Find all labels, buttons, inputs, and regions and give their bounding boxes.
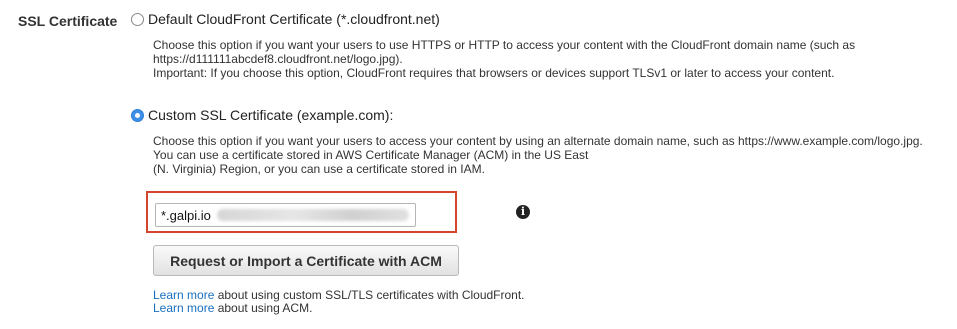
learn-more-acm-text: about using ACM. [214,301,313,315]
learn-more-ssl-text: about using custom SSL/TLS certificates … [214,288,525,302]
certificate-value: *.galpi.io [161,207,211,223]
description-line: Choose this option if you want your user… [153,38,856,52]
default-certificate-option[interactable]: Default CloudFront Certificate (*.cloudf… [131,11,440,27]
default-certificate-label: Default CloudFront Certificate (*.cloudf… [148,11,440,27]
redacted-certificate-id [216,209,409,221]
description-line: You can use a certificate stored in AWS … [153,148,589,162]
custom-certificate-option[interactable]: Custom SSL Certificate (example.com): [131,107,393,123]
custom-certificate-label: Custom SSL Certificate (example.com): [148,107,394,123]
info-icon[interactable]: i [516,205,530,219]
custom-certificate-radio[interactable] [131,108,144,122]
request-import-acm-button[interactable]: Request or Import a Certificate with ACM [153,245,459,276]
default-certificate-description: Choose this option if you want your user… [153,38,855,80]
ssl-certificate-label: SSL Certificate [18,13,118,29]
description-line: https://d111111abcdef8.cloudfront.net/lo… [153,52,403,66]
learn-more-acm-link[interactable]: Learn more [153,301,214,315]
learn-more-acm-row: Learn more about using ACM. [153,301,312,315]
default-certificate-radio[interactable] [131,12,144,26]
custom-certificate-description: Choose this option if you want your user… [153,134,923,176]
learn-more-ssl-row: Learn more about using custom SSL/TLS ce… [153,288,525,302]
certificate-select[interactable]: *.galpi.io [155,203,416,227]
description-line: Choose this option if you want your user… [153,134,923,148]
learn-more-ssl-link[interactable]: Learn more [153,288,214,302]
description-line: (N. Virginia) Region, or you can use a c… [153,162,485,176]
description-line: Important: If you choose this option, Cl… [153,66,835,80]
